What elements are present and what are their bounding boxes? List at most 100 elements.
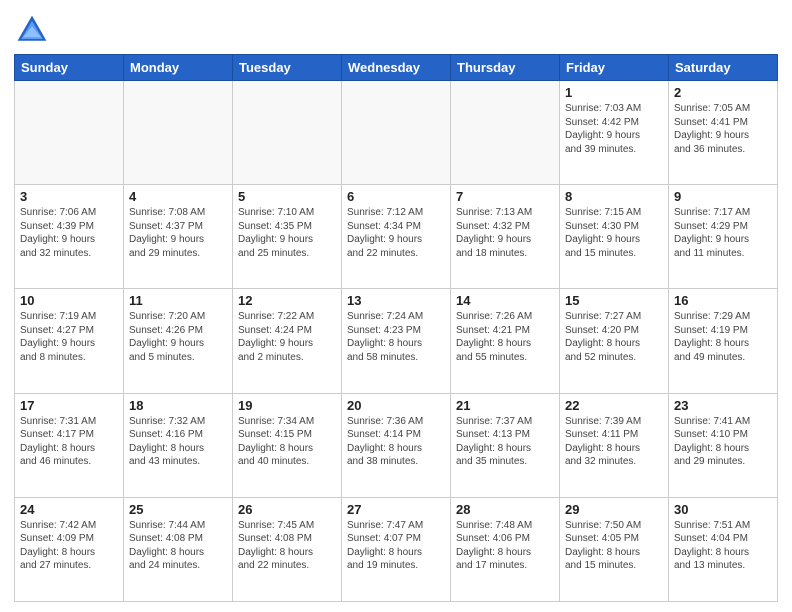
- day-number: 18: [129, 398, 227, 413]
- day-number: 5: [238, 189, 336, 204]
- day-number: 20: [347, 398, 445, 413]
- calendar-cell: 15 Sunrise: 7:27 AMSunset: 4:20 PMDayligh…: [560, 289, 669, 393]
- calendar-cell: 17 Sunrise: 7:31 AMSunset: 4:17 PMDayligh…: [15, 393, 124, 497]
- day-info: Sunrise: 7:27 AMSunset: 4:20 PMDaylight:…: [565, 310, 663, 364]
- day-number: 13: [347, 293, 445, 308]
- calendar-cell: 10 Sunrise: 7:19 AMSunset: 4:27 PMDayligh…: [15, 289, 124, 393]
- calendar-cell: 27 Sunrise: 7:47 AMSunset: 4:07 PMDayligh…: [342, 497, 451, 601]
- calendar-cell: [15, 81, 124, 185]
- week-row-4: 17 Sunrise: 7:31 AMSunset: 4:17 PMDayligh…: [15, 393, 778, 497]
- calendar-cell: 19 Sunrise: 7:34 AMSunset: 4:15 PMDayligh…: [233, 393, 342, 497]
- page: SundayMondayTuesdayWednesdayThursdayFrid…: [0, 0, 792, 612]
- day-number: 7: [456, 189, 554, 204]
- day-number: 12: [238, 293, 336, 308]
- day-info: Sunrise: 7:05 AMSunset: 4:41 PMDaylight:…: [674, 102, 772, 156]
- day-info: Sunrise: 7:44 AMSunset: 4:08 PMDaylight:…: [129, 519, 227, 573]
- calendar-cell: 8 Sunrise: 7:15 AMSunset: 4:30 PMDaylight…: [560, 185, 669, 289]
- day-info: Sunrise: 7:31 AMSunset: 4:17 PMDaylight:…: [20, 415, 118, 469]
- day-number: 21: [456, 398, 554, 413]
- calendar-cell: 9Sunrise: 7:17 AMSunset: 4:29 PMDaylight…: [669, 185, 778, 289]
- calendar-cell: 24 Sunrise: 7:42 AMSunset: 4:09 PMDayligh…: [15, 497, 124, 601]
- calendar-cell: 12 Sunrise: 7:22 AMSunset: 4:24 PMDayligh…: [233, 289, 342, 393]
- day-info: Sunrise: 7:24 AMSunset: 4:23 PMDaylight:…: [347, 310, 445, 364]
- day-number: 10: [20, 293, 118, 308]
- day-number: 19: [238, 398, 336, 413]
- day-info: Sunrise: 7:37 AMSunset: 4:13 PMDaylight:…: [456, 415, 554, 469]
- day-number: 3: [20, 189, 118, 204]
- header-tuesday: Tuesday: [233, 55, 342, 81]
- calendar-cell: 16Sunrise: 7:29 AMSunset: 4:19 PMDayligh…: [669, 289, 778, 393]
- day-info: Sunrise: 7:17 AMSunset: 4:29 PMDaylight:…: [674, 206, 772, 260]
- header-sunday: Sunday: [15, 55, 124, 81]
- day-info: Sunrise: 7:08 AMSunset: 4:37 PMDaylight:…: [129, 206, 227, 260]
- calendar-cell: 18Sunrise: 7:32 AMSunset: 4:16 PMDayligh…: [124, 393, 233, 497]
- calendar-cell: 6 Sunrise: 7:12 AMSunset: 4:34 PMDaylight…: [342, 185, 451, 289]
- day-info: Sunrise: 7:12 AMSunset: 4:34 PMDaylight:…: [347, 206, 445, 260]
- day-number: 8: [565, 189, 663, 204]
- calendar-cell: 14 Sunrise: 7:26 AMSunset: 4:21 PMDayligh…: [451, 289, 560, 393]
- day-info: Sunrise: 7:29 AMSunset: 4:19 PMDaylight:…: [674, 310, 772, 364]
- header-saturday: Saturday: [669, 55, 778, 81]
- calendar-cell: 25 Sunrise: 7:44 AMSunset: 4:08 PMDayligh…: [124, 497, 233, 601]
- calendar: SundayMondayTuesdayWednesdayThursdayFrid…: [14, 54, 778, 602]
- week-row-5: 24 Sunrise: 7:42 AMSunset: 4:09 PMDayligh…: [15, 497, 778, 601]
- day-info: Sunrise: 7:45 AMSunset: 4:08 PMDaylight:…: [238, 519, 336, 573]
- day-info: Sunrise: 7:19 AMSunset: 4:27 PMDaylight:…: [20, 310, 118, 364]
- day-number: 1: [565, 85, 663, 100]
- day-number: 6: [347, 189, 445, 204]
- header-friday: Friday: [560, 55, 669, 81]
- calendar-cell: 2 Sunrise: 7:05 AMSunset: 4:41 PMDaylight…: [669, 81, 778, 185]
- calendar-header-row: SundayMondayTuesdayWednesdayThursdayFrid…: [15, 55, 778, 81]
- calendar-cell: 4 Sunrise: 7:08 AMSunset: 4:37 PMDaylight…: [124, 185, 233, 289]
- day-info: Sunrise: 7:06 AMSunset: 4:39 PMDaylight:…: [20, 206, 118, 260]
- day-number: 22: [565, 398, 663, 413]
- header: [14, 12, 778, 48]
- day-number: 30: [674, 502, 772, 517]
- day-info: Sunrise: 7:39 AMSunset: 4:11 PMDaylight:…: [565, 415, 663, 469]
- calendar-cell: [233, 81, 342, 185]
- day-number: 11: [129, 293, 227, 308]
- day-info: Sunrise: 7:50 AMSunset: 4:05 PMDaylight:…: [565, 519, 663, 573]
- day-number: 27: [347, 502, 445, 517]
- day-number: 4: [129, 189, 227, 204]
- day-number: 25: [129, 502, 227, 517]
- day-info: Sunrise: 7:03 AMSunset: 4:42 PMDaylight:…: [565, 102, 663, 156]
- day-info: Sunrise: 7:36 AMSunset: 4:14 PMDaylight:…: [347, 415, 445, 469]
- day-number: 15: [565, 293, 663, 308]
- calendar-cell: 13 Sunrise: 7:24 AMSunset: 4:23 PMDayligh…: [342, 289, 451, 393]
- calendar-cell: 23Sunrise: 7:41 AMSunset: 4:10 PMDayligh…: [669, 393, 778, 497]
- day-info: Sunrise: 7:34 AMSunset: 4:15 PMDaylight:…: [238, 415, 336, 469]
- logo: [14, 12, 54, 48]
- calendar-cell: 11 Sunrise: 7:20 AMSunset: 4:26 PMDayligh…: [124, 289, 233, 393]
- header-monday: Monday: [124, 55, 233, 81]
- calendar-cell: 3 Sunrise: 7:06 AMSunset: 4:39 PMDaylight…: [15, 185, 124, 289]
- week-row-1: 1 Sunrise: 7:03 AMSunset: 4:42 PMDaylight…: [15, 81, 778, 185]
- calendar-cell: 5 Sunrise: 7:10 AMSunset: 4:35 PMDaylight…: [233, 185, 342, 289]
- day-number: 26: [238, 502, 336, 517]
- day-info: Sunrise: 7:10 AMSunset: 4:35 PMDaylight:…: [238, 206, 336, 260]
- day-info: Sunrise: 7:51 AMSunset: 4:04 PMDaylight:…: [674, 519, 772, 573]
- calendar-cell: 1 Sunrise: 7:03 AMSunset: 4:42 PMDaylight…: [560, 81, 669, 185]
- day-info: Sunrise: 7:15 AMSunset: 4:30 PMDaylight:…: [565, 206, 663, 260]
- day-info: Sunrise: 7:42 AMSunset: 4:09 PMDaylight:…: [20, 519, 118, 573]
- calendar-cell: 20 Sunrise: 7:36 AMSunset: 4:14 PMDayligh…: [342, 393, 451, 497]
- day-number: 17: [20, 398, 118, 413]
- day-number: 24: [20, 502, 118, 517]
- day-info: Sunrise: 7:13 AMSunset: 4:32 PMDaylight:…: [456, 206, 554, 260]
- calendar-cell: [124, 81, 233, 185]
- day-info: Sunrise: 7:26 AMSunset: 4:21 PMDaylight:…: [456, 310, 554, 364]
- day-info: Sunrise: 7:22 AMSunset: 4:24 PMDaylight:…: [238, 310, 336, 364]
- day-info: Sunrise: 7:47 AMSunset: 4:07 PMDaylight:…: [347, 519, 445, 573]
- logo-icon: [14, 12, 50, 48]
- week-row-3: 10 Sunrise: 7:19 AMSunset: 4:27 PMDayligh…: [15, 289, 778, 393]
- day-info: Sunrise: 7:48 AMSunset: 4:06 PMDaylight:…: [456, 519, 554, 573]
- day-info: Sunrise: 7:20 AMSunset: 4:26 PMDaylight:…: [129, 310, 227, 364]
- calendar-cell: 30 Sunrise: 7:51 AMSunset: 4:04 PMDayligh…: [669, 497, 778, 601]
- day-number: 14: [456, 293, 554, 308]
- day-number: 23: [674, 398, 772, 413]
- day-number: 29: [565, 502, 663, 517]
- calendar-cell: 7 Sunrise: 7:13 AMSunset: 4:32 PMDaylight…: [451, 185, 560, 289]
- calendar-cell: 29 Sunrise: 7:50 AMSunset: 4:05 PMDayligh…: [560, 497, 669, 601]
- day-number: 2: [674, 85, 772, 100]
- calendar-cell: 28Sunrise: 7:48 AMSunset: 4:06 PMDayligh…: [451, 497, 560, 601]
